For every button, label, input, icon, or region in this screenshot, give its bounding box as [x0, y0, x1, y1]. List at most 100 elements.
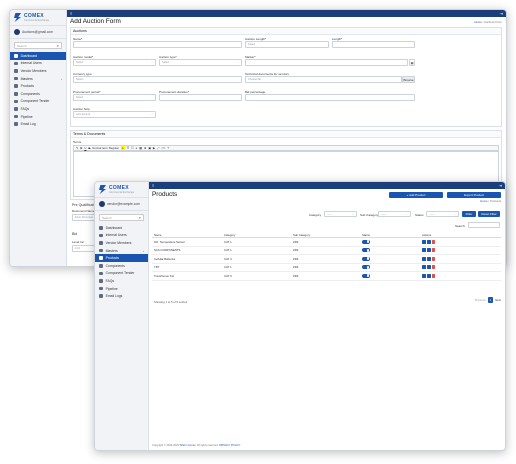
- status-toggle[interactable]: [362, 273, 370, 278]
- align-icon[interactable]: ≡: [136, 146, 138, 150]
- status-toggle[interactable]: [362, 256, 370, 261]
- delete-icon[interactable]: [431, 273, 436, 278]
- logout-icon[interactable]: ⇥: [500, 11, 503, 16]
- sidebar-item-component-tender[interactable]: Component Tender: [10, 98, 66, 106]
- list-ul-icon[interactable]: ☰: [127, 146, 130, 150]
- search-icon[interactable]: ⌕: [139, 215, 141, 220]
- sidebar-item-pipeline[interactable]: Pipeline: [10, 113, 66, 121]
- sidebar-item-masters[interactable]: Masters ‹: [95, 247, 148, 255]
- procurement-duration-input[interactable]: [159, 94, 242, 101]
- sidebar-search[interactable]: Search ⌕: [99, 214, 144, 221]
- fullscreen-icon[interactable]: ⤢: [157, 146, 159, 150]
- auction-help-select[interactable]: Auto Extend ⌄: [73, 111, 156, 118]
- table-icon[interactable]: ▦: [139, 146, 142, 150]
- sidebar-item-faqs[interactable]: FAQs: [95, 277, 148, 285]
- calendar-icon[interactable]: ▦: [409, 59, 415, 66]
- status-filter-select[interactable]: ------ ⌄: [426, 211, 459, 217]
- brand-logo[interactable]: COMEX Commercial Exchange: [95, 182, 148, 198]
- edit-icon[interactable]: [422, 265, 426, 270]
- sidebar-item-masters[interactable]: Masters ‹: [10, 75, 66, 83]
- sidebar-item-components[interactable]: Components: [10, 90, 66, 98]
- user-panel[interactable]: Auctions@gmail.com: [10, 26, 66, 39]
- sidebar-search-input[interactable]: Search: [17, 44, 27, 48]
- sidebar-item-internal-users[interactable]: Internal Users: [95, 232, 148, 240]
- help-icon[interactable]: ?: [167, 146, 169, 150]
- sub-category-filter-select[interactable]: ------ ⌄: [378, 211, 411, 217]
- col-sub-category[interactable]: Sub Category: [293, 232, 310, 237]
- browse-button[interactable]: Browse: [402, 76, 415, 83]
- menu-icon[interactable]: ≡: [70, 11, 72, 16]
- delete-icon[interactable]: [431, 239, 436, 244]
- footer-brand[interactable]: Whizz Comex: [180, 444, 196, 447]
- logout-icon[interactable]: ⇥: [499, 183, 502, 188]
- sidebar-search-input[interactable]: Search: [102, 216, 112, 220]
- length-input[interactable]: [332, 41, 415, 48]
- sidebar-item-products[interactable]: Products: [10, 82, 66, 90]
- auction-model-select[interactable]: Select ⌄: [73, 59, 156, 66]
- col-name[interactable]: Name: [154, 232, 161, 237]
- sidebar-item-products[interactable]: Products: [95, 254, 148, 262]
- strikethrough-icon[interactable]: S: [88, 146, 90, 150]
- category-filter-select[interactable]: ------ ⌄: [324, 211, 357, 217]
- name-input[interactable]: [73, 41, 242, 48]
- filter-button[interactable]: Filter: [462, 211, 476, 217]
- image-icon[interactable]: ▣: [148, 146, 151, 150]
- reset-filter-button[interactable]: Reset Filter: [478, 211, 500, 217]
- list-ol-icon[interactable]: ☷: [131, 146, 134, 150]
- magic-icon[interactable]: ✎: [76, 146, 78, 150]
- view-icon[interactable]: [426, 248, 431, 253]
- delete-icon[interactable]: [431, 256, 436, 261]
- pagination-page[interactable]: 1: [487, 297, 494, 303]
- bid-percentage-input[interactable]: [245, 94, 415, 101]
- add-product-button[interactable]: + Add Product: [389, 191, 443, 198]
- bold-icon[interactable]: B: [80, 146, 82, 150]
- marker-input[interactable]: [245, 59, 408, 66]
- export-product-button[interactable]: Export Product: [447, 191, 501, 198]
- col-status[interactable]: Status: [362, 232, 370, 237]
- sidebar-item-faqs[interactable]: FAQs: [10, 105, 66, 113]
- user-panel[interactable]: vendor@example.com: [95, 198, 148, 211]
- link-icon[interactable]: ⊕: [144, 146, 146, 150]
- pagination-next[interactable]: Next: [495, 298, 501, 302]
- edit-icon[interactable]: [422, 248, 426, 253]
- table-search-input[interactable]: [468, 222, 500, 228]
- sidebar-item-email-log[interactable]: Email Log: [10, 120, 66, 128]
- privacy-policy-link[interactable]: PRIVACY POLICY: [219, 444, 240, 447]
- edit-icon[interactable]: [422, 256, 426, 261]
- sidebar-item-dashboard[interactable]: Dashboard: [95, 224, 148, 232]
- sidebar-item-component-tender[interactable]: Component Tender: [95, 270, 148, 278]
- sidebar-item-email-logs[interactable]: Email Logs: [95, 292, 148, 300]
- text-color-icon[interactable]: A: [120, 146, 125, 150]
- status-toggle[interactable]: [362, 248, 370, 253]
- font-style-select[interactable]: Normal text / Regular: [92, 146, 118, 150]
- technical-docs-file-input[interactable]: Choose file: [245, 76, 402, 83]
- pagination-previous[interactable]: Previous: [475, 298, 486, 302]
- video-icon[interactable]: ▶: [153, 146, 155, 150]
- auction-length-select[interactable]: Select: [245, 41, 329, 48]
- view-icon[interactable]: [426, 265, 431, 270]
- sidebar-item-dashboard[interactable]: Dashboard: [10, 52, 66, 60]
- menu-icon[interactable]: ≡: [152, 183, 154, 188]
- sidebar-item-vendor-members[interactable]: Vendor Members: [10, 67, 66, 75]
- col-category[interactable]: Category: [224, 232, 235, 237]
- procurement-period-select[interactable]: Select: [73, 94, 156, 101]
- view-icon[interactable]: [426, 273, 431, 278]
- edit-icon[interactable]: [422, 239, 426, 244]
- search-icon[interactable]: ⌕: [57, 43, 59, 48]
- sidebar-item-components[interactable]: Components: [95, 262, 148, 270]
- delete-icon[interactable]: [431, 248, 436, 253]
- code-icon[interactable]: </>: [161, 146, 165, 150]
- brand-logo[interactable]: COMEX Commercial Exchange: [10, 10, 66, 26]
- view-icon[interactable]: [426, 256, 431, 261]
- sidebar-search[interactable]: Search ⌕: [14, 42, 62, 49]
- underline-icon[interactable]: U: [84, 146, 86, 150]
- edit-icon[interactable]: [422, 273, 426, 278]
- delete-icon[interactable]: [431, 265, 436, 270]
- auction-type-select[interactable]: Select ⌄: [159, 59, 242, 66]
- sidebar-item-vendor-members[interactable]: Vendor Members: [95, 239, 148, 247]
- sidebar-item-internal-users[interactable]: Internal Users: [10, 60, 66, 68]
- currency-type-select[interactable]: Select: [73, 76, 242, 83]
- status-toggle[interactable]: [362, 239, 370, 244]
- breadcrumb-home[interactable]: Home: [474, 20, 481, 24]
- sidebar-item-pipeline[interactable]: Pipeline: [95, 285, 148, 293]
